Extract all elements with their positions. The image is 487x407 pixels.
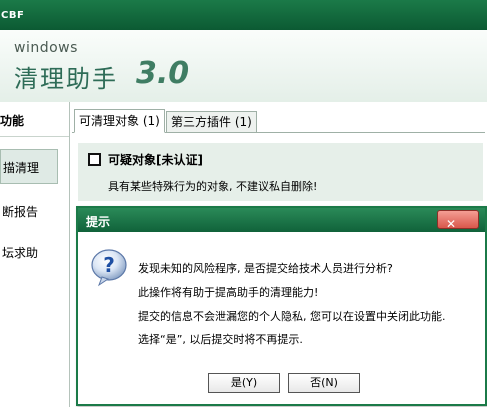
dialog-title: 提示: [86, 215, 111, 229]
tab-label: 可清理对象 (1): [79, 114, 160, 128]
item-title: 可疑对象[未认证]: [108, 153, 203, 167]
sidebar: 功能 描清理 断报告 坛求助: [0, 102, 70, 407]
sidebar-divider: [0, 136, 69, 137]
svg-text:?: ?: [103, 253, 115, 277]
tab-label: 第三方插件 (1): [171, 115, 252, 129]
dialog-message-line: 此操作将有助于提高助手的清理能力!: [138, 286, 319, 299]
item-description: 具有某些特殊行为的对象, 不建议私自删除!: [108, 180, 318, 193]
sidebar-header: 功能: [0, 114, 25, 128]
brand-subtitle: windows: [14, 40, 78, 56]
dialog-message-line: 选择“是”, 以后提交时将不再提示.: [138, 333, 303, 346]
yes-button[interactable]: 是(Y): [208, 373, 280, 393]
dialog-message-line: 发现未知的风险程序, 是否提交给技术人员进行分析?: [138, 262, 393, 275]
window-title-bar: CBF: [0, 0, 487, 30]
tab-third-party-plugins[interactable]: 第三方插件 (1): [166, 111, 257, 133]
close-icon: ✕: [446, 217, 457, 231]
close-button[interactable]: ✕: [437, 210, 479, 231]
prompt-dialog: 提示 ✕ ? 发现未知的风险程序, 是否提交给技术人员进行分析? 此操作将有助于…: [76, 206, 487, 406]
no-button[interactable]: 否(N): [288, 373, 360, 393]
sidebar-item-diagnostic-report[interactable]: 断报告: [2, 203, 38, 220]
app-banner: windows 清理助手 3.0: [0, 30, 487, 102]
no-button-label: 否(N): [310, 376, 338, 389]
sidebar-item-label: 描清理: [3, 161, 40, 175]
sidebar-item-label: 断报告: [2, 205, 39, 219]
window-title: CBF: [1, 10, 25, 21]
brand-version: 3.0: [136, 56, 190, 91]
yes-button-label: 是(Y): [230, 376, 258, 389]
dialog-body: ? 发现未知的风险程序, 是否提交给技术人员进行分析? 此操作将有助于提高助手的…: [78, 232, 485, 404]
list-item: 可疑对象[未认证] 具有某些特殊行为的对象, 不建议私自删除!: [78, 143, 483, 201]
sidebar-item-forum-help[interactable]: 坛求助: [2, 244, 38, 261]
sidebar-item-label: 坛求助: [2, 246, 39, 260]
brand-name: 清理助手: [14, 65, 118, 93]
dialog-title-bar: 提示 ✕: [78, 208, 485, 232]
dialog-message-line: 提交的信息不会泄漏您的个人隐私, 您可以在设置中关闭此功能.: [138, 310, 446, 323]
item-checkbox[interactable]: [88, 153, 101, 166]
question-icon: ?: [91, 249, 127, 287]
tab-cleanable-objects[interactable]: 可清理对象 (1): [74, 109, 165, 133]
sidebar-item-scan-clean[interactable]: 描清理: [0, 149, 58, 184]
